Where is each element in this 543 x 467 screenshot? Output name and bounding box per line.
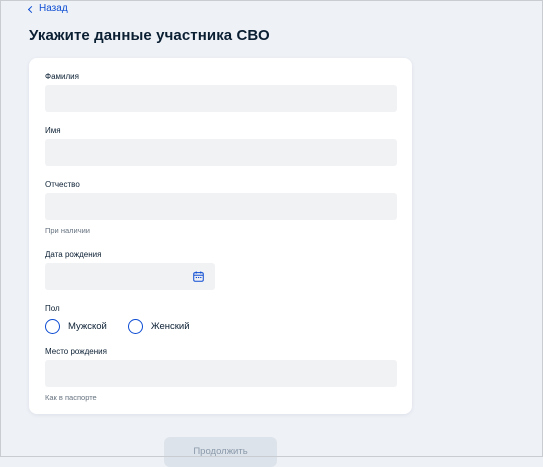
gender-female-label[interactable]: Женский (151, 321, 190, 332)
birth-date-label: Дата рождения (45, 250, 102, 259)
birth-place-input[interactable] (45, 360, 397, 387)
first-name-label: Имя (45, 126, 61, 135)
patronymic-label: Отчество (45, 180, 80, 189)
radio-circle-icon[interactable] (127, 319, 143, 334)
chevron-left-icon (27, 5, 36, 13)
birth-date-input[interactable] (45, 263, 215, 290)
page-title: Укажите данные участника СВО (29, 27, 270, 44)
patronymic-input[interactable] (45, 193, 397, 220)
first-name-input[interactable] (45, 139, 397, 166)
gender-label: Пол (45, 304, 60, 313)
patronymic-hint: При наличии (45, 226, 90, 235)
radio-circle-icon[interactable] (45, 319, 60, 334)
birth-place-label: Место рождения (45, 347, 107, 356)
last-name-label: Фамилия (45, 72, 79, 81)
back-link[interactable]: Назад (27, 3, 68, 14)
last-name-input[interactable] (45, 85, 397, 112)
gender-male-label[interactable]: Мужской (68, 321, 107, 332)
gender-male-radio[interactable]: Мужской (45, 319, 107, 334)
back-link-label: Назад (39, 3, 68, 14)
form-card: Фамилия Имя Отчество При наличии Дата ро… (29, 58, 412, 414)
calendar-icon[interactable] (193, 271, 204, 282)
gender-radio-group: Мужской Женский (45, 319, 211, 334)
gender-female-radio[interactable]: Женский (127, 319, 190, 334)
birth-place-hint: Как в паспорте (45, 393, 97, 402)
continue-button[interactable]: Продолжить (164, 437, 277, 467)
